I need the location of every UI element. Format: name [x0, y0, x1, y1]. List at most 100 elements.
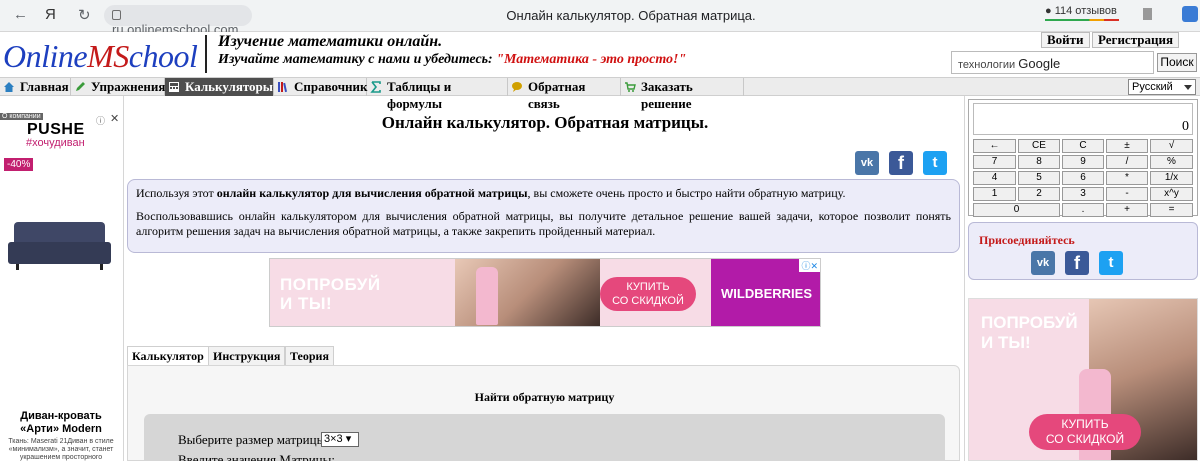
site-logo[interactable]: OnlineMSchool: [3, 38, 198, 75]
ad-tag: #хочудиван: [26, 137, 85, 149]
ad-line2: И ТЫ!: [981, 333, 1031, 352]
browser-toolbar: ← Я ↻ ru.onlinemschool.com Онлайн кальку…: [0, 0, 1200, 37]
google-label: Google: [1018, 56, 1061, 71]
calculator-display: 0: [973, 103, 1193, 135]
matrix-settings: Выберите размер матрицы: 3×3 ▾ Введите з…: [144, 414, 945, 461]
calc-key-percent[interactable]: %: [1150, 155, 1193, 169]
calc-key-minus[interactable]: -: [1106, 187, 1148, 201]
vk-join-button[interactable]: vk: [1031, 251, 1055, 275]
page-title: Онлайн калькулятор. Обратная матрицы.: [381, 113, 709, 132]
nav-tables[interactable]: Таблицы и формулы: [367, 78, 508, 111]
slogan-quote: "Математика - это просто!": [496, 52, 687, 67]
ad-company-label: О компании: [0, 113, 43, 120]
calc-key-plus[interactable]: +: [1106, 203, 1148, 217]
close-icon[interactable]: ✕: [110, 112, 119, 125]
nav-calculators[interactable]: Калькуляторы: [165, 78, 274, 96]
search-input[interactable]: технологии Google: [951, 51, 1154, 74]
nav-label: Упражнения: [91, 79, 166, 94]
ad-headline: ПОПРОБУЙ И ТЫ!: [280, 275, 381, 313]
calc-key-3[interactable]: 3: [1062, 187, 1104, 201]
login-button[interactable]: Войти: [1041, 32, 1090, 48]
banner-advertisement[interactable]: ПОПРОБУЙ И ТЫ! КУПИТЬ СО СКИДКОЙ WILDBERRI…: [269, 258, 821, 327]
chat-icon: [512, 82, 522, 92]
comment-icon: ●: [1045, 5, 1052, 17]
language-select[interactable]: Русский: [1128, 79, 1196, 95]
calc-key-multiply[interactable]: *: [1106, 171, 1148, 185]
ad-buy-line2: СО СКИДКОЙ: [1045, 432, 1125, 446]
ad-line2: И ТЫ!: [280, 294, 333, 313]
calc-key-2[interactable]: 2: [1018, 187, 1060, 201]
matrix-size-value: 3×3: [324, 433, 343, 445]
slogan-title: Изучение математики онлайн.: [218, 33, 443, 50]
vk-share-button[interactable]: vk: [855, 151, 879, 175]
ad-buy-button[interactable]: КУПИТЬ СО СКИДКОЙ: [1029, 414, 1141, 450]
facebook-join-button[interactable]: f: [1065, 251, 1089, 275]
twitter-share-button[interactable]: t: [923, 151, 947, 175]
calc-key-backspace[interactable]: ←: [973, 139, 1016, 153]
reviews-badge[interactable]: ● 114 отзывов: [1045, 5, 1119, 21]
nav-order[interactable]: Заказать решение: [621, 78, 744, 111]
nav-reference[interactable]: Справочник: [274, 78, 368, 96]
left-advertisement[interactable]: О компании ⓘ ✕ PUSHE #хочудиван -40% Див…: [0, 111, 122, 461]
right-advertisement[interactable]: ПОПРОБУЙ И ТЫ! КУПИТЬ СО СКИДКОЙ: [968, 298, 1198, 461]
tab-calculator[interactable]: Калькулятор: [127, 346, 209, 366]
ad-buy-line2: СО СКИДКОЙ: [612, 295, 684, 307]
calc-key-4[interactable]: 4: [973, 171, 1016, 185]
calc-key-5[interactable]: 5: [1018, 171, 1060, 185]
tab-theory[interactable]: Теория: [285, 346, 334, 366]
logo-online: Online: [3, 38, 88, 74]
calc-key-divide[interactable]: /: [1106, 155, 1148, 169]
matrix-size-select[interactable]: 3×3 ▾: [321, 432, 359, 447]
join-box: Присоединяйтесь vk f t: [968, 222, 1198, 280]
main-content: Онлайн калькулятор. Обратная матрицы. vk…: [123, 96, 965, 461]
calc-key-1[interactable]: 1: [973, 187, 1016, 201]
bookmark-icon[interactable]: [1143, 8, 1152, 20]
calc-key-plusminus[interactable]: ±: [1106, 139, 1148, 153]
nav-home[interactable]: Главная: [0, 78, 71, 96]
twitter-icon: t: [932, 154, 938, 171]
tab-instructions[interactable]: Инструкция: [208, 346, 286, 366]
ad-bottle-image: [476, 267, 498, 325]
reviews-count: 114 отзывов: [1054, 5, 1117, 17]
search-button[interactable]: Поиск: [1157, 53, 1197, 72]
calculator-icon: [169, 82, 179, 92]
calc-key-c[interactable]: C: [1062, 139, 1104, 153]
intro-box: Используя этот онлайн калькулятор для вы…: [127, 179, 960, 253]
intro-text: Используя этот: [136, 186, 217, 200]
extension-icon[interactable]: [1182, 6, 1198, 22]
info-icon[interactable]: ⓘ: [96, 114, 105, 127]
panel-title: Найти обратную матрицу: [474, 390, 615, 404]
register-button[interactable]: Регистрация: [1092, 32, 1179, 48]
nav-feedback[interactable]: Обратная связь: [508, 78, 621, 111]
calc-key-dot[interactable]: .: [1062, 203, 1104, 217]
ad-line1: ПОПРОБУЙ: [280, 275, 381, 294]
ad-product-title: Диван-кровать «Арти» Modern: [20, 410, 102, 435]
calc-key-ce[interactable]: CE: [1018, 139, 1060, 153]
nav-label: Калькуляторы: [185, 79, 273, 94]
logo-divider: [205, 35, 207, 73]
twitter-icon: t: [1108, 254, 1114, 271]
calc-key-6[interactable]: 6: [1062, 171, 1104, 185]
site-header: OnlineMSchool Изучение математики онлайн…: [0, 32, 1200, 77]
calc-key-equals[interactable]: =: [1150, 203, 1193, 217]
calc-key-power[interactable]: x^y: [1150, 187, 1193, 201]
calc-key-sqrt[interactable]: √: [1150, 139, 1193, 153]
calc-key-8[interactable]: 8: [1018, 155, 1060, 169]
facebook-share-button[interactable]: f: [889, 151, 913, 175]
ad-buy-button[interactable]: КУПИТЬ СО СКИДКОЙ: [600, 277, 696, 311]
twitter-join-button[interactable]: t: [1099, 251, 1123, 275]
adchoices-icon[interactable]: ⓘ✕: [799, 259, 820, 272]
language-value: Русский: [1132, 81, 1173, 93]
page-title-bar: Онлайн калькулятор. Обратная матрица.: [506, 8, 756, 23]
calc-key-7[interactable]: 7: [973, 155, 1016, 169]
calc-key-0[interactable]: 0: [973, 203, 1060, 217]
nav-exercises[interactable]: Упражнения: [71, 78, 165, 96]
calc-key-reciprocal[interactable]: 1/x: [1150, 171, 1193, 185]
slogan-lead: Изучайте математику с нами и убедитесь:: [218, 52, 493, 67]
ad-line1: ПОПРОБУЙ: [981, 313, 1078, 332]
intro-paragraph-2: Воспользовавшись онлайн калькулятором дл…: [136, 209, 951, 238]
calc-key-9[interactable]: 9: [1062, 155, 1104, 169]
mini-calculator: 0 ← CE C ± √ 7 8 9 / % 4 5 6 * 1/x 1 2 3…: [968, 99, 1198, 217]
right-sidebar: 0 ← CE C ± √ 7 8 9 / % 4 5 6 * 1/x 1 2 3…: [966, 96, 1200, 461]
facebook-icon: f: [898, 153, 904, 173]
